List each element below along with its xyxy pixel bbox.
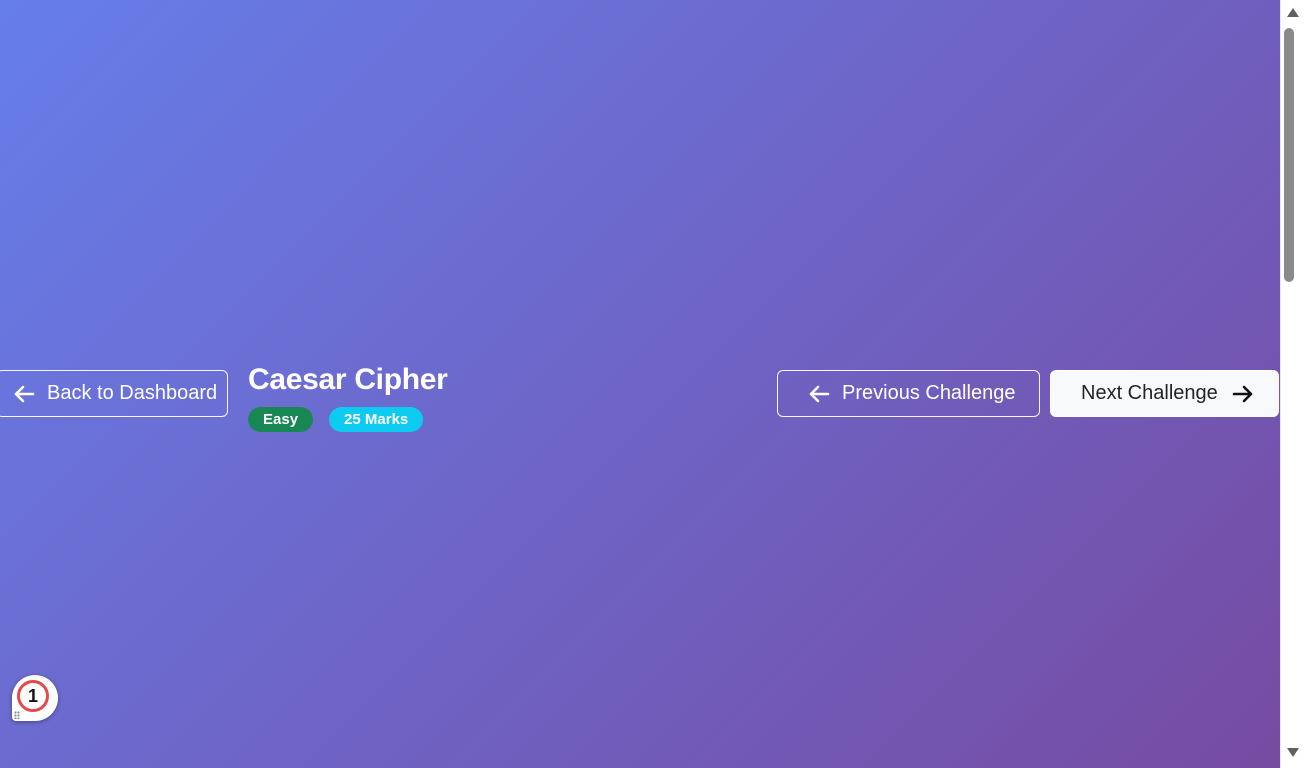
next-challenge-button[interactable]: Next Challenge — [1050, 370, 1279, 417]
next-button-label: Next Challenge — [1081, 382, 1218, 404]
scroll-down-icon[interactable] — [1287, 748, 1299, 757]
previous-challenge-button[interactable]: Previous Challenge — [777, 370, 1040, 417]
challenge-title-block: Caesar Cipher Easy 25 Marks — [248, 364, 448, 432]
previous-button-label: Previous Challenge — [842, 382, 1016, 404]
difficulty-badge: Easy — [248, 407, 314, 432]
notification-bubble[interactable]: 1 — [12, 675, 58, 721]
challenge-header: Back to Dashboard Caesar Cipher Easy 25 … — [0, 364, 1280, 434]
marks-badge: 25 Marks — [329, 407, 424, 432]
back-button-label: Back to Dashboard — [47, 382, 218, 404]
scrollbar-thumb[interactable] — [1284, 28, 1294, 282]
challenge-title: Caesar Cipher — [248, 363, 448, 396]
arrow-right-icon — [1232, 384, 1254, 404]
vertical-scrollbar[interactable] — [1280, 0, 1304, 768]
page-background: Back to Dashboard Caesar Cipher Easy 25 … — [0, 0, 1280, 768]
scroll-up-icon[interactable] — [1287, 8, 1299, 17]
arrow-left-icon — [808, 384, 830, 404]
drag-handle-icon[interactable] — [14, 711, 20, 719]
back-to-dashboard-button[interactable]: Back to Dashboard — [0, 370, 228, 417]
notification-count: 1 — [17, 680, 49, 712]
challenge-badges: Easy 25 Marks — [248, 407, 448, 432]
arrow-left-icon — [13, 384, 35, 404]
